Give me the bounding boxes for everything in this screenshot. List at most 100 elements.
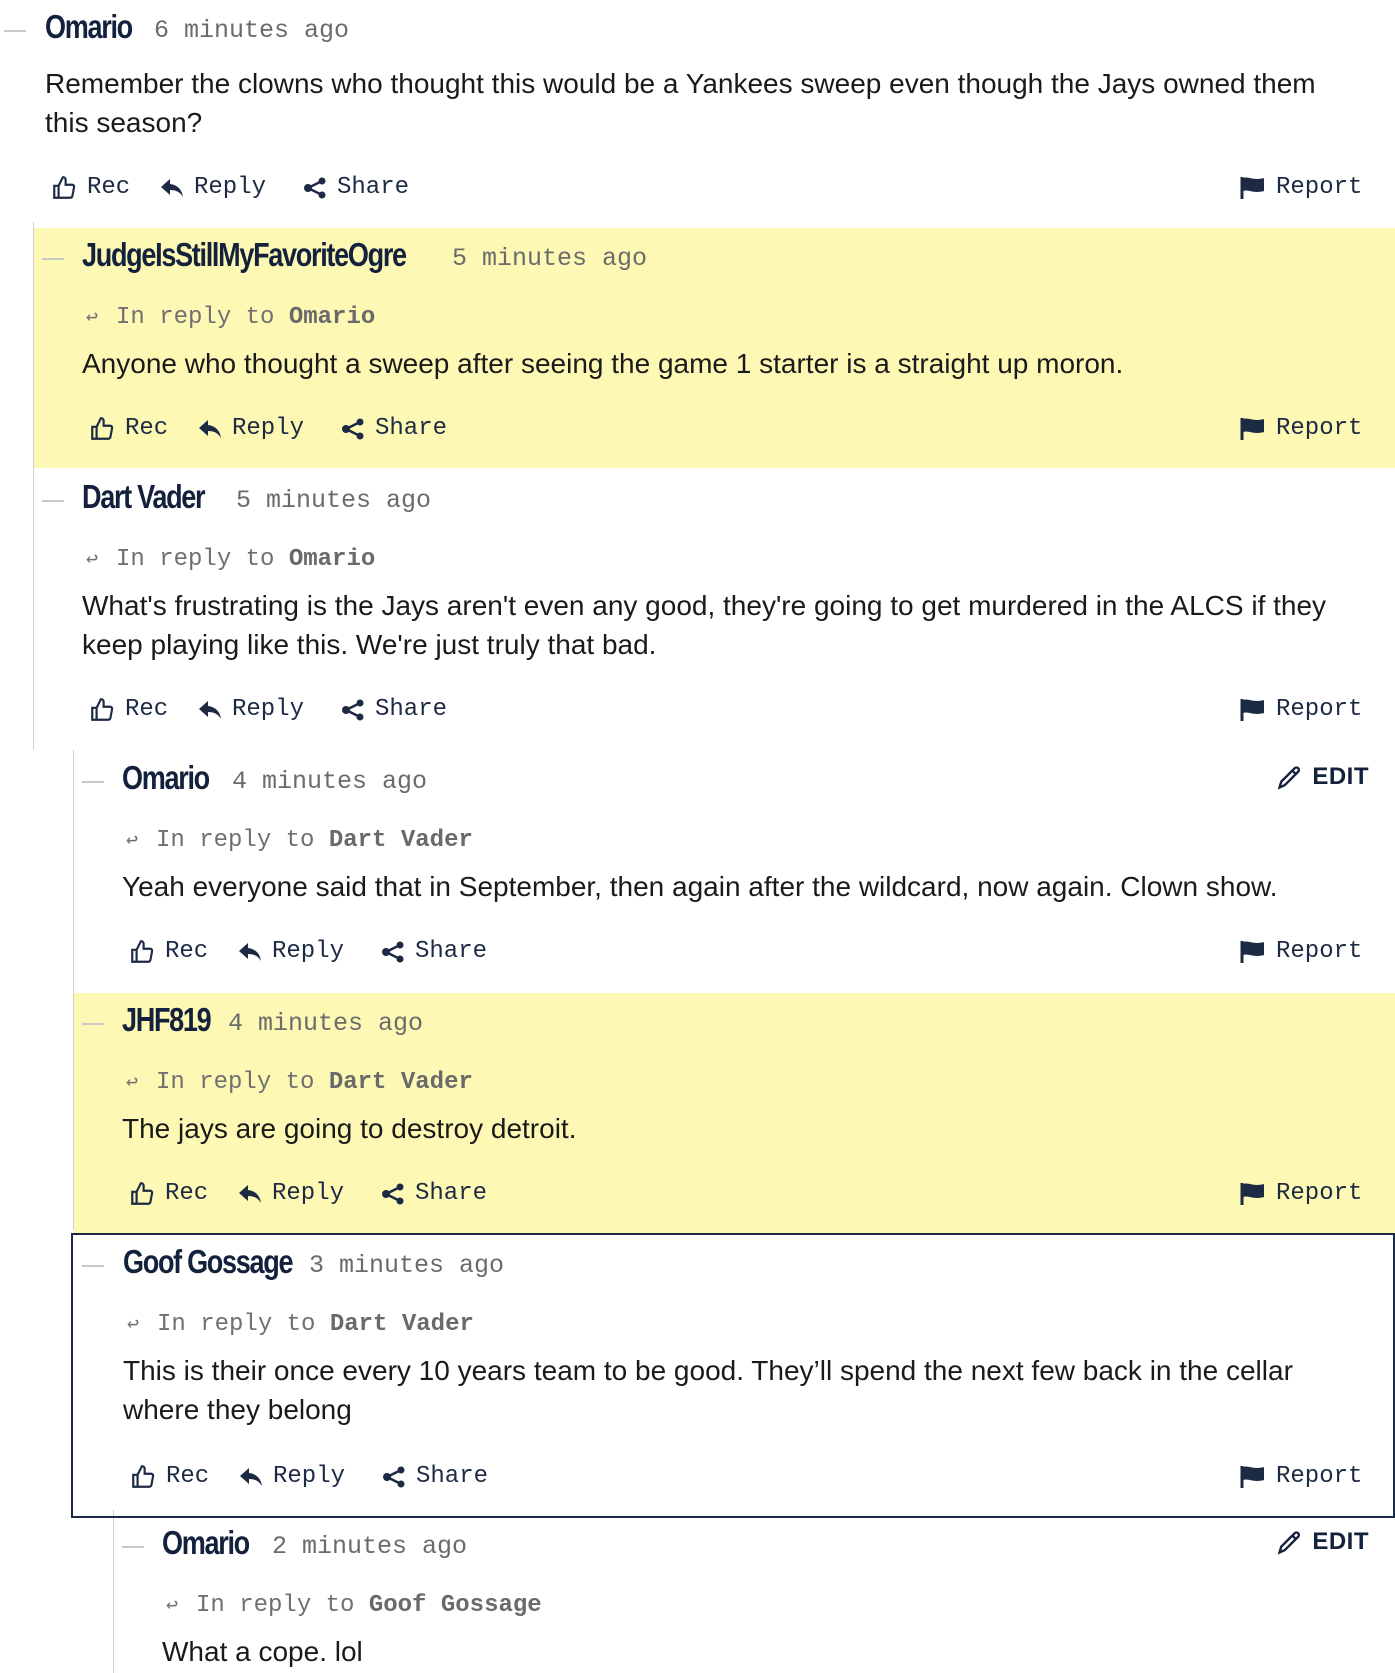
thumbs-up-icon bbox=[131, 1181, 154, 1205]
comment-actions: Rec Reply Share Report bbox=[74, 938, 1395, 978]
comment: Goof Gossage 3 minutes ago ↩ In reply to … bbox=[71, 1233, 1395, 1518]
share-icon bbox=[304, 177, 326, 198]
reply-button[interactable]: Reply bbox=[160, 174, 266, 201]
in-reply-to: ↩ In reply to Omario bbox=[86, 546, 376, 573]
comment-timestamp[interactable]: 2 minutes ago bbox=[272, 1532, 467, 1561]
comment-author[interactable]: Goof Gossage bbox=[123, 1243, 294, 1281]
share-button[interactable]: Share bbox=[341, 415, 447, 442]
report-button[interactable]: Report bbox=[1240, 174, 1362, 201]
share-icon bbox=[342, 699, 364, 720]
pencil-icon bbox=[1277, 1531, 1301, 1555]
comment: Omario 6 minutes ago Remember the clowns… bbox=[0, 0, 1395, 228]
thumbs-up-icon bbox=[91, 697, 114, 721]
share-button[interactable]: Share bbox=[303, 174, 409, 201]
reply-arrow-icon: ↩ bbox=[86, 549, 99, 572]
reply-button[interactable]: Reply bbox=[198, 696, 304, 723]
report-button[interactable]: Report bbox=[1240, 1180, 1362, 1207]
comment-author[interactable]: JHF819 bbox=[122, 1001, 212, 1039]
thumbs-up-icon bbox=[131, 939, 154, 963]
flag-icon bbox=[1240, 940, 1264, 963]
comment-body: Anyone who thought a sweep after seeing … bbox=[82, 348, 1124, 379]
collapse-toggle[interactable] bbox=[82, 1023, 104, 1025]
share-icon bbox=[342, 418, 364, 439]
comment-body: What a cope. lol bbox=[162, 1636, 363, 1667]
reply-arrow-icon bbox=[199, 419, 221, 438]
in-reply-to-author[interactable]: Dart Vader bbox=[329, 827, 473, 854]
in-reply-to-author[interactable]: Omario bbox=[289, 546, 375, 573]
edit-button[interactable]: EDIT bbox=[1276, 1528, 1369, 1556]
share-icon bbox=[382, 1183, 404, 1204]
rec-button[interactable]: Rec bbox=[130, 1463, 209, 1490]
comment-body: Yeah everyone said that in September, th… bbox=[122, 871, 1278, 902]
comment-author[interactable]: Dart Vader bbox=[82, 478, 206, 516]
collapse-toggle[interactable] bbox=[122, 1546, 144, 1548]
share-button[interactable]: Share bbox=[381, 938, 487, 965]
collapse-toggle[interactable] bbox=[4, 30, 26, 32]
comment-author[interactable]: JudgeIsStillMyFavoriteOgre bbox=[82, 236, 407, 274]
in-reply-to-author[interactable]: Goof Gossage bbox=[369, 1592, 542, 1619]
share-button[interactable]: Share bbox=[341, 696, 447, 723]
comment-timestamp[interactable]: 6 minutes ago bbox=[154, 16, 349, 45]
comment-actions: Rec Reply Share Report bbox=[34, 415, 1395, 455]
reply-button[interactable]: Reply bbox=[238, 938, 344, 965]
comment-actions: Rec Reply Share Report bbox=[0, 174, 1395, 214]
comment: JudgeIsStillMyFavoriteOgre 5 minutes ago… bbox=[34, 228, 1395, 468]
report-button[interactable]: Report bbox=[1240, 696, 1362, 723]
reply-arrow-icon: ↩ bbox=[126, 1072, 139, 1095]
comment-actions: Rec Reply Share Report bbox=[34, 696, 1395, 736]
reply-arrow-icon bbox=[239, 942, 261, 961]
reply-arrow-icon: ↩ bbox=[166, 1595, 179, 1618]
reply-button[interactable]: Reply bbox=[239, 1463, 345, 1490]
comment-body: The jays are going to destroy detroit. bbox=[122, 1113, 577, 1144]
reply-arrow-icon: ↩ bbox=[126, 830, 139, 853]
reply-arrow-icon: ↩ bbox=[127, 1314, 140, 1337]
reply-button[interactable]: Reply bbox=[198, 415, 304, 442]
rec-button[interactable]: Rec bbox=[129, 1180, 208, 1207]
comment-author[interactable]: Omario bbox=[45, 8, 133, 46]
rec-button[interactable]: Rec bbox=[89, 415, 168, 442]
report-button[interactable]: Report bbox=[1240, 938, 1362, 965]
share-button[interactable]: Share bbox=[382, 1463, 488, 1490]
reply-arrow-icon bbox=[239, 1184, 261, 1203]
comment-timestamp[interactable]: 4 minutes ago bbox=[228, 1009, 423, 1038]
comment: Omario 4 minutes ago EDIT ↩ In reply to D… bbox=[74, 751, 1395, 991]
comment-actions: Rec Reply Share Report bbox=[74, 1180, 1395, 1220]
reply-arrow-icon: ↩ bbox=[86, 307, 99, 330]
reply-button[interactable]: Reply bbox=[238, 1180, 344, 1207]
comment-body: What's frustrating is the Jays aren't ev… bbox=[82, 590, 1327, 660]
in-reply-to-author[interactable]: Dart Vader bbox=[329, 1069, 473, 1096]
in-reply-to: ↩ In reply to Dart Vader bbox=[127, 1311, 474, 1338]
comment: JHF819 4 minutes ago ↩ In reply to Dart V… bbox=[74, 993, 1395, 1233]
edit-button[interactable]: EDIT bbox=[1276, 763, 1369, 791]
thumbs-up-icon bbox=[53, 175, 76, 199]
comment-timestamp[interactable]: 5 minutes ago bbox=[236, 486, 431, 515]
in-reply-to-author[interactable]: Dart Vader bbox=[330, 1311, 474, 1338]
share-button[interactable]: Share bbox=[381, 1180, 487, 1207]
reply-arrow-icon bbox=[199, 700, 221, 719]
report-button[interactable]: Report bbox=[1240, 1463, 1362, 1490]
flag-icon bbox=[1240, 417, 1264, 440]
collapse-toggle[interactable] bbox=[82, 1265, 104, 1267]
rec-button[interactable]: Rec bbox=[89, 696, 168, 723]
flag-icon bbox=[1240, 1465, 1264, 1488]
comment: Omario 2 minutes ago EDIT ↩ In reply to G… bbox=[114, 1516, 1395, 1673]
comment-author[interactable]: Omario bbox=[122, 759, 210, 797]
flag-icon bbox=[1240, 698, 1264, 721]
rec-button[interactable]: Rec bbox=[129, 938, 208, 965]
thumbs-up-icon bbox=[91, 416, 114, 440]
report-button[interactable]: Report bbox=[1240, 415, 1362, 442]
share-icon bbox=[382, 941, 404, 962]
comment-body: Remember the clowns who thought this wou… bbox=[45, 68, 1316, 138]
comment-actions: Rec Reply Share Report bbox=[73, 1463, 1393, 1503]
flag-icon bbox=[1240, 176, 1264, 199]
comment-timestamp[interactable]: 3 minutes ago bbox=[309, 1251, 504, 1280]
collapse-toggle[interactable] bbox=[42, 258, 64, 260]
comment-author[interactable]: Omario bbox=[162, 1524, 250, 1562]
in-reply-to-author[interactable]: Omario bbox=[289, 304, 375, 331]
comment-timestamp[interactable]: 4 minutes ago bbox=[232, 767, 427, 796]
collapse-toggle[interactable] bbox=[82, 781, 104, 783]
flag-icon bbox=[1240, 1182, 1264, 1205]
collapse-toggle[interactable] bbox=[42, 500, 64, 502]
comment-timestamp[interactable]: 5 minutes ago bbox=[452, 244, 647, 273]
rec-button[interactable]: Rec bbox=[51, 174, 130, 201]
